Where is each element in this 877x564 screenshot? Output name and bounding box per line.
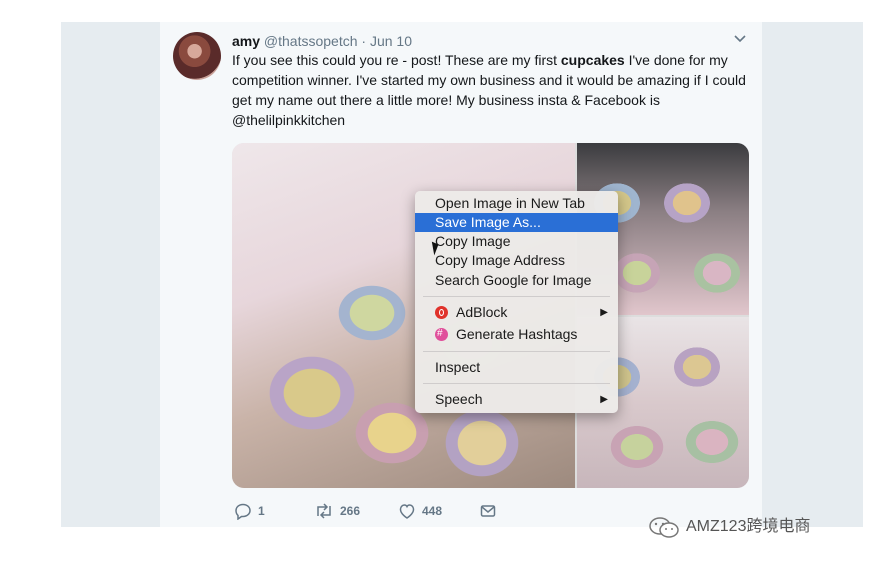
submenu-arrow-icon: ▶ [600, 307, 608, 318]
menu-separator [423, 383, 610, 384]
menu-item-hashtags-label: Generate Hashtags [456, 326, 578, 342]
menu-item-speech-label: Speech [435, 391, 483, 407]
menu-item-copy-image-address[interactable]: Copy Image Address [415, 251, 618, 270]
reply-count: 1 [258, 503, 265, 518]
menu-item-speech[interactable]: Speech ▶ [415, 390, 618, 409]
tweet-header: amy @thatssopetch · Jun 10 [232, 33, 412, 49]
menu-item-inspect[interactable]: Inspect [415, 358, 618, 377]
wechat-icon [648, 517, 680, 538]
menu-separator [423, 351, 610, 352]
message-icon [480, 504, 496, 517]
tweet-text-part1: If you see this could you re - post! The… [232, 52, 561, 68]
menu-item-adblock[interactable]: AdBlock ▶ [415, 303, 618, 322]
like-button[interactable]: 448 [398, 500, 442, 520]
menu-item-save-image[interactable]: Save Image As... [415, 213, 618, 232]
author-handle[interactable]: @thatssopetch [264, 33, 358, 49]
tweet-text-bold[interactable]: cupcakes [561, 52, 625, 68]
hashtag-icon [435, 324, 448, 343]
adblock-icon [435, 306, 448, 319]
retweet-icon [317, 503, 331, 519]
watermark-text: AMZ123跨境电商 [686, 518, 811, 535]
menu-separator [423, 296, 610, 297]
retweet-button[interactable]: 266 [314, 500, 360, 520]
chevron-down-icon[interactable] [733, 31, 747, 48]
reply-icon [235, 503, 251, 521]
author-name[interactable]: amy [232, 33, 260, 49]
menu-item-open-image[interactable]: Open Image in New Tab [415, 194, 618, 213]
message-button[interactable] [479, 500, 497, 520]
like-icon [399, 503, 415, 519]
reply-button[interactable]: 1 [234, 500, 265, 521]
tweet-date[interactable]: · Jun 10 [361, 33, 412, 49]
menu-item-search-google[interactable]: Search Google for Image [415, 271, 618, 290]
watermark: AMZ123跨境电商 [648, 512, 811, 538]
submenu-arrow-icon: ▶ [600, 394, 608, 405]
context-menu: Open Image in New Tab Save Image As... C… [415, 191, 618, 413]
menu-item-generate-hashtags[interactable]: Generate Hashtags [415, 324, 618, 344]
like-count: 448 [422, 503, 443, 518]
retweet-count: 266 [340, 503, 361, 518]
menu-item-adblock-label: AdBlock [456, 304, 508, 320]
menu-item-copy-image[interactable]: Copy Image [415, 232, 618, 251]
tweet-text: If you see this could you re - post! The… [232, 50, 752, 130]
avatar[interactable] [173, 32, 221, 80]
